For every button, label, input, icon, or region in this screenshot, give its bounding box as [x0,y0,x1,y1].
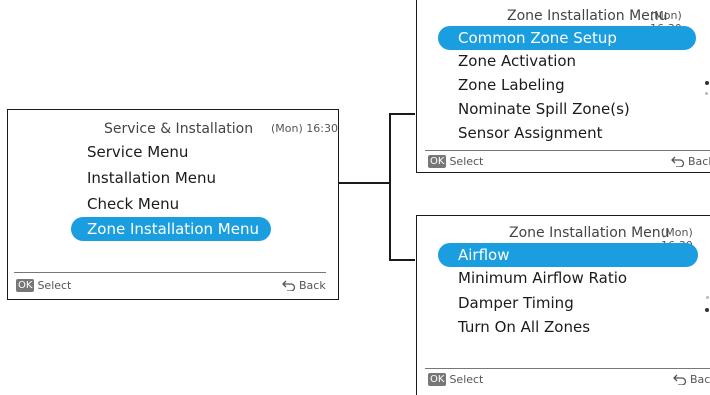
screen-title: Service & Installation [104,121,254,137]
menu-item-damper-timing[interactable]: Damper Timing [458,294,574,312]
menu-item-installation-menu[interactable]: Installation Menu [87,169,216,187]
select-label: Select [449,155,484,168]
back-label: Back [299,279,326,292]
select-hint: OK Select [428,373,483,386]
back-label: Back [688,155,710,168]
zone-installation-screen-bottom: Zone Installation Menu (Mon) 16:30 Airfl… [416,215,710,395]
service-installation-screen: Service & Installation (Mon) 16:30 Servi… [7,109,339,300]
page-indicator-active [705,81,709,85]
select-label: Select [449,373,484,386]
back-arrow-icon [282,280,296,291]
menu-item-airflow[interactable]: Airflow [438,243,698,267]
connector-bottom-branch [389,259,415,261]
back-arrow-icon [673,374,687,385]
footer-divider [425,368,710,369]
menu-item-sensor-assignment[interactable]: Sensor Assignment [458,124,603,142]
clock: (Mon) 16:30 [271,122,338,135]
screen-title: Zone Installation Menu [507,8,668,24]
select-hint: OK Select [428,155,483,168]
back-button[interactable]: Back [671,155,710,168]
footer-divider [425,150,710,151]
zone-installation-screen-top: Zone Installation Menu (Mon) 16:30 Commo… [416,0,710,173]
connector-top-branch [389,113,415,115]
menu-item-zone-activation[interactable]: Zone Activation [458,52,576,70]
back-label: Back [690,373,710,386]
menu-item-check-menu[interactable]: Check Menu [87,195,179,213]
footer-divider [14,272,326,273]
ok-key-icon: OK [428,373,447,386]
select-hint: OK Select [16,279,71,292]
menu-item-nominate-spill-zones[interactable]: Nominate Spill Zone(s) [458,100,630,118]
page-indicator-active [705,308,709,312]
connector-vertical [389,113,391,261]
menu-item-service-menu[interactable]: Service Menu [87,143,188,161]
back-button[interactable]: Back [673,373,710,386]
select-label: Select [37,279,72,292]
screen-title: Zone Installation Menu [509,225,670,241]
back-button[interactable]: Back [282,279,326,292]
menu-item-common-zone-setup[interactable]: Common Zone Setup [438,26,696,50]
ok-key-icon: OK [428,155,447,168]
menu-item-zone-installation-menu[interactable]: Zone Installation Menu [71,217,271,241]
menu-item-turn-on-all-zones[interactable]: Turn On All Zones [458,318,590,336]
page-indicator-inactive [706,296,709,299]
page-indicator-inactive [705,92,708,95]
back-arrow-icon [671,156,685,167]
menu-item-zone-labeling[interactable]: Zone Labeling [458,76,565,94]
ok-key-icon: OK [16,279,35,292]
menu-item-minimum-airflow-ratio[interactable]: Minimum Airflow Ratio [458,269,627,287]
connector-horizontal [338,182,390,184]
